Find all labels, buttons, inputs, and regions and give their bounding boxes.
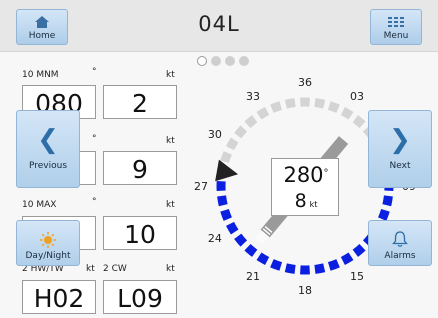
day-night-button[interactable]: Day/Night: [16, 220, 80, 266]
panel-3-unit1: °: [92, 197, 97, 207]
ring-segment: [244, 243, 258, 257]
compass-label: 33: [246, 90, 260, 103]
ring-segment: [284, 98, 296, 109]
panel-3-speed: 10: [103, 216, 177, 250]
compass-label: 36: [298, 76, 312, 89]
ring-segment: [378, 208, 390, 221]
panel-3-unit2: kt: [166, 200, 175, 210]
wind-direction-value: 280°: [272, 163, 340, 187]
ring-segment: [327, 259, 340, 271]
bell-icon: [392, 231, 408, 247]
wind-speed-unit: kt: [309, 200, 318, 209]
next-label: Next: [389, 161, 411, 171]
previous-label: Previous: [28, 161, 68, 171]
sun-icon: [40, 232, 56, 248]
panel-4-label2: 2 CW: [103, 264, 127, 274]
panel-2-unit1: °: [92, 134, 97, 144]
ring-segment: [234, 125, 248, 139]
ring-segment: [327, 101, 340, 113]
ring-segment: [340, 107, 354, 120]
ring-segment: [256, 107, 270, 120]
panel-4-headwind: H02: [22, 280, 96, 314]
wind-readout: 280° 8 kt: [271, 158, 339, 216]
ring-segment: [284, 263, 296, 274]
compass-label: 21: [246, 270, 260, 283]
panel-2-speed: 9: [103, 151, 177, 185]
ring-segment: [226, 221, 239, 235]
day-night-label: Day/Night: [25, 251, 71, 261]
ring-segment: [314, 263, 326, 274]
wind-speed-value: 8 kt: [272, 190, 340, 212]
panel-3-label: 10 MAX: [22, 200, 57, 210]
next-button[interactable]: ❯ Next: [368, 110, 432, 188]
panel-2-unit2: kt: [166, 136, 175, 146]
compass-label: 03: [350, 90, 364, 103]
ring-segment: [256, 252, 270, 265]
panel-4-unit1: kt: [86, 264, 95, 274]
chevron-right-icon: ❯: [389, 125, 411, 155]
ring-segment: [220, 208, 232, 221]
ring-segment: [340, 252, 354, 265]
panel-1-speed: 2: [103, 85, 177, 119]
ring-segment: [382, 195, 393, 207]
ring-segment: [226, 137, 239, 151]
panel-1-unit2: kt: [166, 70, 175, 80]
panel-1-unit1: °: [92, 67, 97, 77]
panel-4-unit2: kt: [166, 264, 175, 274]
ring-segment: [217, 195, 228, 207]
wind-direction-unit: °: [323, 168, 329, 179]
wind-direction-arrow: [215, 159, 239, 182]
alarms-label: Alarms: [384, 251, 416, 261]
alarms-button[interactable]: Alarms: [368, 220, 432, 266]
compass-label: 18: [298, 284, 312, 297]
ring-segment: [234, 233, 248, 247]
ring-segment: [314, 98, 326, 109]
wind-direction-text: 280: [283, 163, 324, 187]
ring-segment: [220, 151, 232, 164]
chevron-left-icon: ❮: [37, 125, 59, 155]
compass-label: 27: [194, 180, 208, 193]
ring-segment: [270, 259, 283, 271]
wind-speed-text: 8: [294, 190, 307, 212]
ring-segment: [244, 115, 258, 129]
ring-segment: [352, 243, 366, 257]
previous-button[interactable]: ❮ Previous: [16, 110, 80, 188]
panel-1-label: 10 MNM: [22, 70, 59, 80]
compass-label: 30: [208, 128, 222, 141]
compass-label: 15: [350, 270, 364, 283]
compass-label: 24: [208, 232, 222, 245]
panel-4-crosswind: L09: [103, 280, 177, 314]
ring-segment: [270, 101, 283, 113]
ring-segment: [352, 115, 366, 129]
